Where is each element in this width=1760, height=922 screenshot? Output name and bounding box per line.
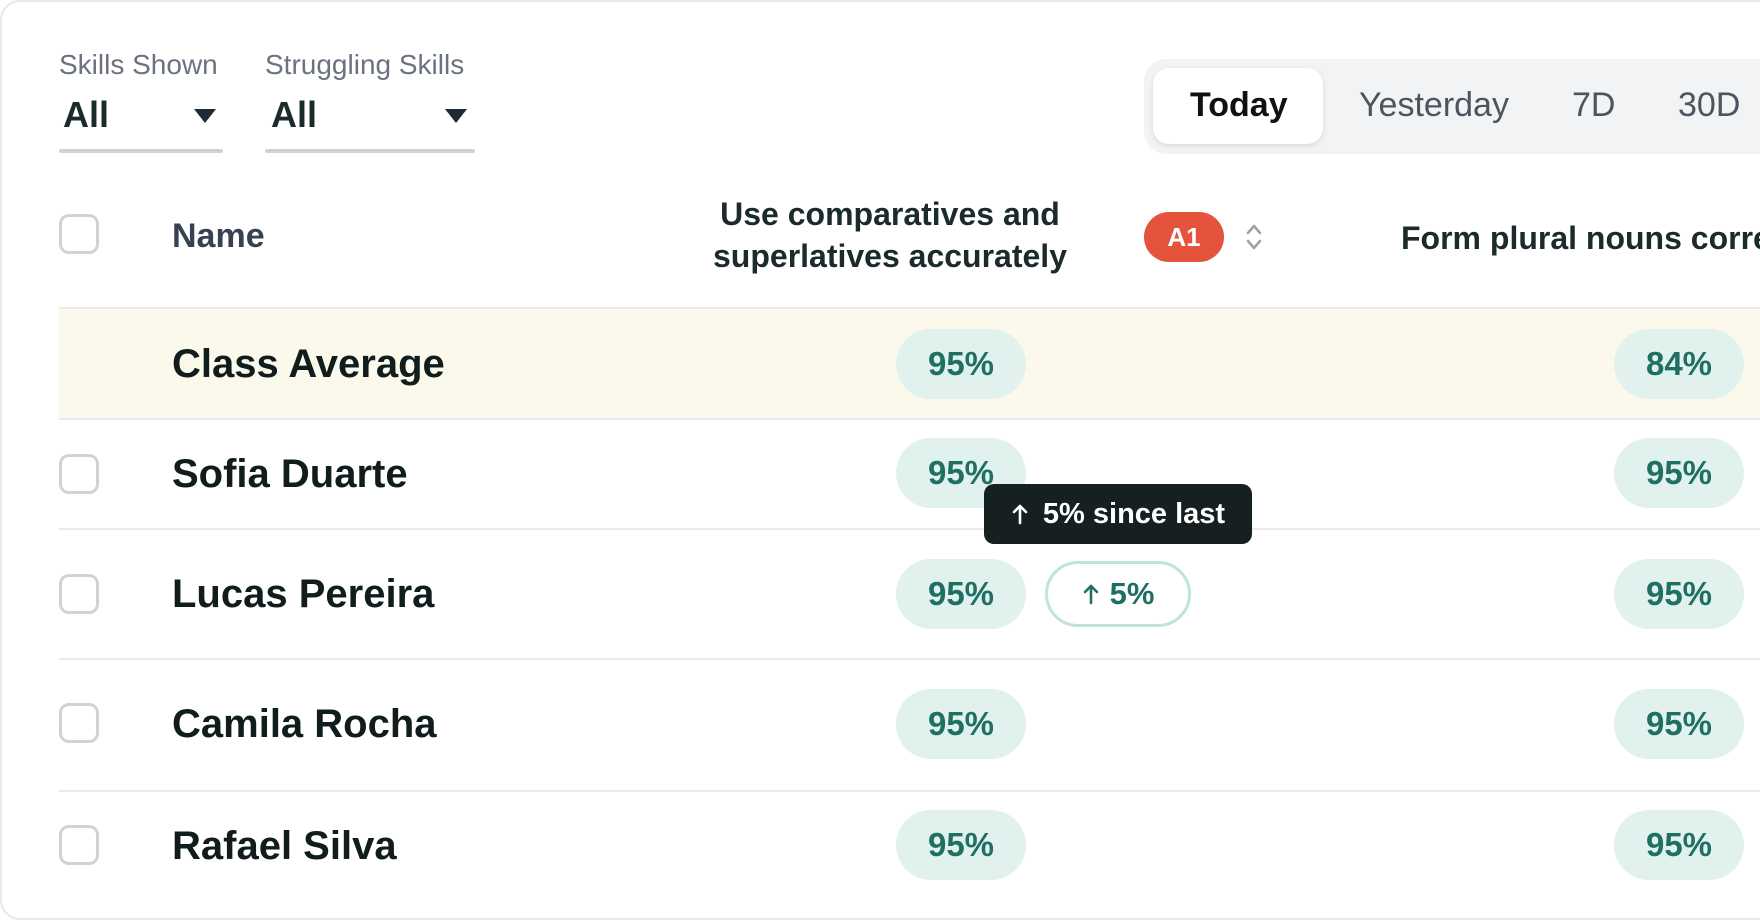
trend-delta-value: 5% bbox=[1109, 576, 1155, 611]
dropdown-underline bbox=[265, 149, 475, 153]
arrow-up-icon bbox=[1012, 504, 1028, 525]
skills-shown-value: All bbox=[63, 94, 110, 135]
trend-tooltip: 5% since last bbox=[984, 484, 1252, 544]
skill-column-header-plural-nouns[interactable]: Form plural nouns corre bbox=[1401, 217, 1760, 259]
row-checkbox[interactable] bbox=[59, 703, 99, 743]
struggling-skills-dropdown[interactable]: All bbox=[265, 90, 475, 156]
score-pill[interactable]: 95% bbox=[1614, 689, 1744, 759]
row-checkbox[interactable] bbox=[59, 825, 99, 865]
time-range-yesterday[interactable]: Yesterday bbox=[1359, 86, 1509, 125]
student-name[interactable]: Camila Rocha bbox=[172, 702, 437, 747]
sort-icon[interactable] bbox=[1245, 222, 1263, 252]
skill-header-line: superlatives accurately bbox=[713, 238, 1067, 274]
score-pill[interactable]: 95% bbox=[1614, 810, 1744, 880]
score-pill: 95% bbox=[896, 329, 1026, 399]
select-all-checkbox[interactable] bbox=[59, 214, 99, 254]
student-name[interactable]: Lucas Pereira bbox=[172, 572, 434, 617]
arrow-up-icon bbox=[1083, 584, 1098, 605]
tooltip-text: 5% since last bbox=[1042, 497, 1226, 530]
struggling-skills-value: All bbox=[271, 94, 318, 135]
student-name[interactable]: Sofia Duarte bbox=[172, 452, 408, 497]
name-column-header[interactable]: Name bbox=[172, 217, 265, 256]
skill-column-header-comparatives[interactable]: Use comparatives and superlatives accura… bbox=[690, 193, 1090, 277]
score-pill[interactable]: 95% bbox=[896, 810, 1026, 880]
time-range-7d[interactable]: 7D bbox=[1572, 86, 1615, 125]
caret-down-icon bbox=[194, 109, 216, 123]
skills-shown-dropdown[interactable]: All bbox=[59, 90, 223, 156]
time-range-today[interactable]: Today bbox=[1190, 86, 1288, 125]
caret-down-icon bbox=[445, 109, 467, 123]
trend-delta-pill[interactable]: 5% bbox=[1045, 561, 1191, 627]
time-range-30d[interactable]: 30D bbox=[1678, 86, 1740, 125]
skills-table-card: Skills Shown All Struggling Skills All T… bbox=[0, 0, 1760, 920]
class-average-label: Class Average bbox=[172, 342, 445, 386]
student-name[interactable]: Rafael Silva bbox=[172, 824, 397, 869]
skill-header-line: Use comparatives and bbox=[720, 196, 1060, 232]
score-pill[interactable]: 95% bbox=[1614, 438, 1744, 508]
level-badge: A1 bbox=[1144, 212, 1224, 262]
score-pill: 84% bbox=[1614, 329, 1744, 399]
skills-shown-label: Skills Shown bbox=[59, 49, 218, 80]
score-pill[interactable]: 95% bbox=[896, 559, 1026, 629]
header-divider bbox=[59, 307, 1760, 309]
score-pill[interactable]: 95% bbox=[896, 689, 1026, 759]
struggling-skills-label: Struggling Skills bbox=[265, 49, 465, 80]
row-checkbox[interactable] bbox=[59, 574, 99, 614]
score-pill[interactable]: 95% bbox=[1614, 559, 1744, 629]
row-checkbox[interactable] bbox=[59, 454, 99, 494]
dropdown-underline bbox=[59, 149, 223, 153]
